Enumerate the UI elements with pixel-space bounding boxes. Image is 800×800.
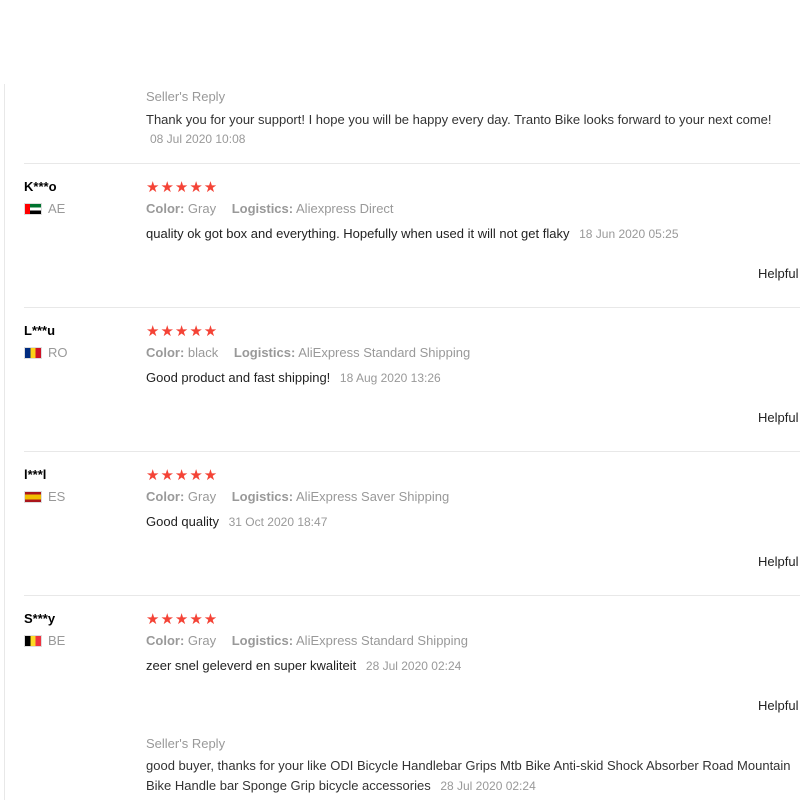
- country-code: ES: [48, 489, 66, 504]
- seller-reply-text: Thank you for your support! I hope you w…: [146, 112, 772, 127]
- star-rating: ★★★★★: [146, 467, 219, 484]
- divider: [24, 307, 800, 308]
- color-value: Gray: [187, 489, 217, 504]
- reviewer-name: K***o: [24, 179, 57, 194]
- review-item: S***y BE ★★★★★ Color: Gray Logistics: Al…: [0, 611, 800, 751]
- review-date: 18 Aug 2020 13:26: [339, 371, 441, 385]
- star-rating: ★★★★★: [146, 611, 219, 628]
- logistics-label: Logistics:: [233, 345, 296, 360]
- seller-reply-title: Seller's Reply: [146, 89, 226, 104]
- review-meta: Color: black Logistics: AliExpress Stand…: [146, 345, 482, 360]
- color-label: Color:: [146, 633, 185, 648]
- color-label: Color:: [146, 201, 185, 216]
- color-label: Color:: [146, 489, 185, 504]
- reviewer-country: ES: [24, 489, 65, 504]
- seller-reply: Seller's Reply Thank you for your suppor…: [146, 88, 772, 146]
- seller-reply-title: Seller's Reply: [146, 736, 226, 751]
- country-code: BE: [48, 633, 66, 648]
- logistics-value: AliExpress Saver Shipping: [296, 489, 450, 504]
- seller-reply-line-text: Bike Handle bar Sponge Grip bicycle acce…: [146, 778, 431, 793]
- reviewer-name: L***u: [24, 323, 56, 338]
- logistics-value: AliExpress Standard Shipping: [296, 633, 469, 648]
- review-text: Good quality: [146, 514, 219, 529]
- seller-reply-line: Bike Handle bar Sponge Grip bicycle acce…: [146, 776, 791, 796]
- logistics-value: AliExpress Standard Shipping: [298, 345, 471, 360]
- review-text: Good product and fast shipping!: [146, 370, 331, 385]
- seller-reply: Seller's Reply good buyer, thanks for yo…: [146, 735, 791, 796]
- seller-reply-date: 28 Jul 2020 02:24: [440, 779, 536, 793]
- helpful-button[interactable]: Helpful: [758, 410, 798, 425]
- flag-es-icon: [24, 490, 42, 503]
- logistics-label: Logistics:: [231, 489, 294, 504]
- review-date: 31 Oct 2020 18:47: [228, 515, 328, 529]
- logistics-label: Logistics:: [231, 201, 294, 216]
- top-blank-area: [0, 0, 800, 84]
- logistics-value: Aliexpress Direct: [296, 201, 394, 216]
- reviewer-country: BE: [24, 633, 65, 648]
- country-code: RO: [48, 345, 68, 360]
- review-comment: Good product and fast shipping! 18 Aug 2…: [146, 370, 441, 385]
- flag-ro-icon: [24, 346, 42, 359]
- reviewer-name: S***y: [24, 611, 56, 626]
- review-date: 18 Jun 2020 05:25: [579, 227, 679, 241]
- flag-be-icon: [24, 634, 42, 647]
- review-text: quality ok got box and everything. Hopef…: [146, 226, 570, 241]
- color-label: Color:: [146, 345, 185, 360]
- helpful-button[interactable]: Helpful: [758, 266, 798, 281]
- review-date: 28 Jul 2020 02:24: [365, 659, 462, 673]
- country-code: AE: [48, 201, 66, 216]
- reviewer-country: RO: [24, 345, 68, 360]
- color-value: Gray: [187, 633, 217, 648]
- review-text: zeer snel geleverd en super kwaliteit: [146, 658, 357, 673]
- flag-ae-icon: [24, 202, 42, 215]
- seller-reply-line: good buyer, thanks for your like ODI Bic…: [146, 758, 791, 773]
- divider: [24, 451, 800, 452]
- divider: [24, 595, 800, 596]
- logistics-label: Logistics:: [231, 633, 294, 648]
- reviewer-country: AE: [24, 201, 65, 216]
- seller-reply-text: good buyer, thanks for your like ODI Bic…: [146, 756, 791, 796]
- reviewer-name: l***l: [24, 467, 47, 482]
- star-rating: ★★★★★: [146, 323, 219, 340]
- review-meta: Color: Gray Logistics: AliExpress Saver …: [146, 489, 461, 504]
- color-value: black: [187, 345, 219, 360]
- review-meta: Color: Gray Logistics: Aliexpress Direct: [146, 201, 406, 216]
- review-meta: Color: Gray Logistics: AliExpress Standa…: [146, 633, 480, 648]
- review-item: L***u RO ★★★★★ Color: black Logistics: A…: [0, 323, 800, 463]
- review-item: l***l ES ★★★★★ Color: Gray Logistics: Al…: [0, 467, 800, 607]
- star-rating: ★★★★★: [146, 179, 219, 196]
- divider: [24, 163, 800, 164]
- seller-reply-date: 08 Jul 2020 10:08: [150, 132, 246, 146]
- review-comment: Good quality 31 Oct 2020 18:47: [146, 514, 327, 529]
- helpful-button[interactable]: Helpful: [758, 698, 798, 713]
- review-item: K***o AE ★★★★★ Color: Gray Logistics: Al…: [0, 179, 800, 319]
- review-comment: quality ok got box and everything. Hopef…: [146, 226, 679, 241]
- color-value: Gray: [187, 201, 217, 216]
- helpful-button[interactable]: Helpful: [758, 554, 798, 569]
- review-comment: zeer snel geleverd en super kwaliteit 28…: [146, 658, 461, 673]
